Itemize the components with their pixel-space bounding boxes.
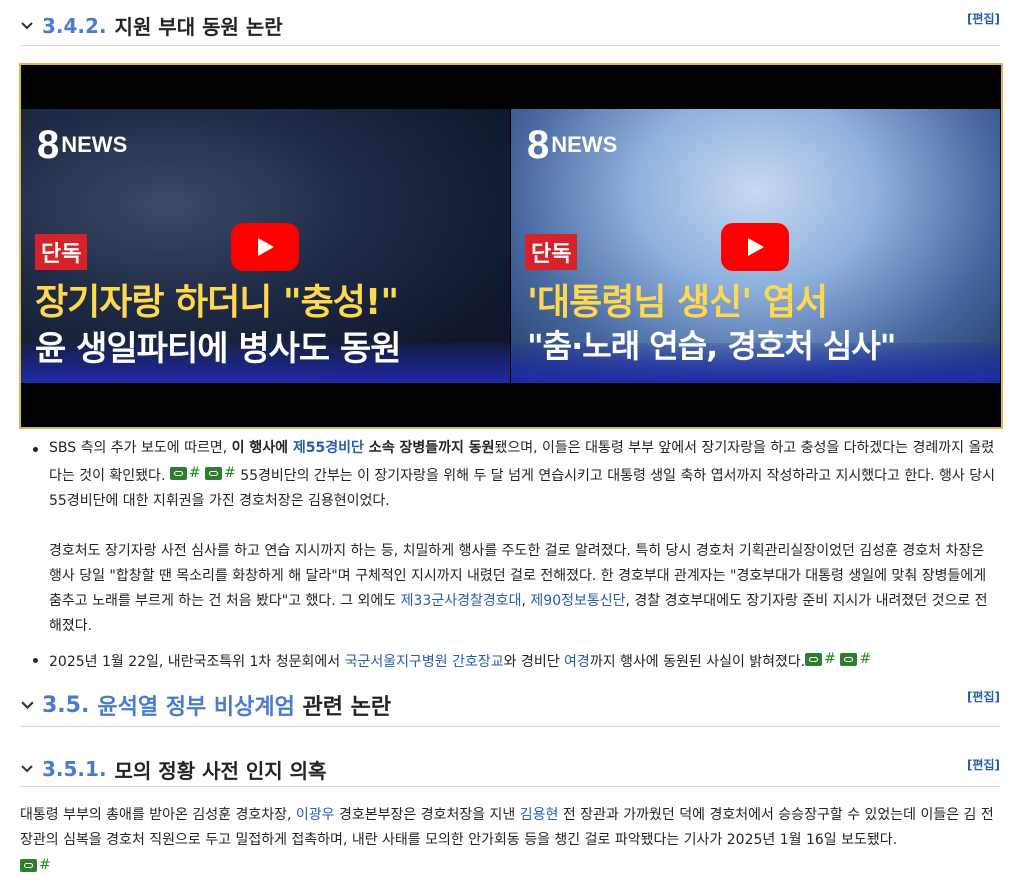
link-icon	[840, 653, 858, 666]
bullet-list: SBS 측의 추가 보도에 따르면, 이 행사에 제55경비단 소속 장병들까지…	[20, 436, 1000, 675]
video-thumbnail-right[interactable]: 8 NEWS 단독 '대통령님 생신' 엽서 "춤·노래 연습, 경호처 심사"	[511, 109, 1000, 383]
exclusive-tag: 단독	[525, 234, 578, 270]
sbs-news-logo: 8 NEWS	[37, 123, 128, 167]
external-ref-link[interactable]: #	[20, 853, 51, 878]
exclusive-tag: 단독	[35, 234, 88, 270]
youtube-embed[interactable]: 8 NEWS 단독 장기자랑 하더니 "충성!" 윤 생일파티에 병사도 동원 8…	[19, 63, 1003, 429]
section-title: 지원 부대 동원 논란	[114, 15, 283, 39]
edit-link[interactable]: [편집]	[967, 688, 1000, 705]
martial-law-link[interactable]: 윤석열 정부 비상계엄	[97, 695, 294, 720]
external-ref-link[interactable]: #	[169, 461, 201, 486]
section-title: 모의 정황 사전 인지 의혹	[114, 758, 327, 783]
link-kim-yonghyun[interactable]: 김용현	[520, 807, 559, 823]
thumbnail-subheadline: "춤·노래 연습, 경호처 심사"	[527, 327, 896, 365]
section-heading-3-4-2[interactable]: 3.4.2. 지원 부대 동원 논란 [편집]	[20, 6, 1000, 46]
video-thumbnail-left[interactable]: 8 NEWS 단독 장기자랑 하더니 "충성!" 윤 생일파티에 병사도 동원	[21, 109, 510, 383]
link-55-guard[interactable]: 제55경비단	[293, 440, 364, 456]
chevron-down-icon[interactable]	[20, 698, 42, 713]
external-ref-link[interactable]: #	[840, 647, 871, 672]
link-icon	[20, 859, 37, 872]
link-nurse-officer[interactable]: 국군서울지구병원 간호장교	[345, 654, 504, 670]
edit-link[interactable]: [편집]	[967, 756, 1000, 773]
link-policewoman[interactable]: 여경	[564, 654, 590, 670]
list-item: 2025년 1월 22일, 내란국조특위 1차 청문회에서 국군서울지구병원 간…	[20, 647, 1000, 675]
body-paragraph: 대통령 부부의 총애를 받아온 김성훈 경호차장, 이광우 경호본부장은 경호처…	[20, 803, 1000, 881]
section-number: 3.4.2.	[42, 13, 107, 38]
list-item-paragraph: 경호처도 장기자랑 사전 심사를 하고 연습 지시까지 하는 등, 치밀하게 행…	[49, 543, 988, 634]
link-icon	[169, 467, 187, 480]
link-icon	[805, 653, 823, 666]
thumbnail-subheadline: 윤 생일파티에 병사도 동원	[35, 329, 402, 369]
section-heading-3-5[interactable]: 3.5. 윤석열 정부 비상계엄 관련 논란 [편집]	[20, 684, 1000, 727]
section-number: 3.5.1.	[42, 757, 107, 781]
link-icon	[205, 467, 223, 480]
thumbnail-headline: '대통령님 생신' 엽서	[527, 282, 828, 323]
sbs-news-logo: 8 NEWS	[527, 123, 618, 167]
link-90-signal[interactable]: 제90정보통신단	[530, 593, 625, 609]
play-button-icon[interactable]	[231, 223, 299, 271]
chevron-down-icon[interactable]	[20, 762, 42, 776]
section-title: 윤석열 정부 비상계엄 관련 논란	[97, 695, 392, 720]
list-item: SBS 측의 추가 보도에 따르면, 이 행사에 제55경비단 소속 장병들까지…	[20, 436, 1000, 639]
thumbnail-headline: 장기자랑 하더니 "충성!"	[35, 282, 399, 323]
section-heading-3-5-1[interactable]: 3.5.1. 모의 정황 사전 인지 의혹 [편집]	[20, 752, 1000, 787]
link-33-mp[interactable]: 제33군사경찰경호대	[401, 593, 522, 609]
edit-link[interactable]: [편집]	[967, 10, 1000, 27]
section-number: 3.5.	[42, 692, 90, 718]
play-button-icon[interactable]	[721, 223, 789, 271]
external-ref-link[interactable]: #	[805, 647, 836, 672]
chevron-down-icon[interactable]	[20, 19, 42, 33]
link-lee-kwangwoo[interactable]: 이광우	[296, 807, 335, 823]
external-ref-link[interactable]: #	[205, 461, 236, 486]
